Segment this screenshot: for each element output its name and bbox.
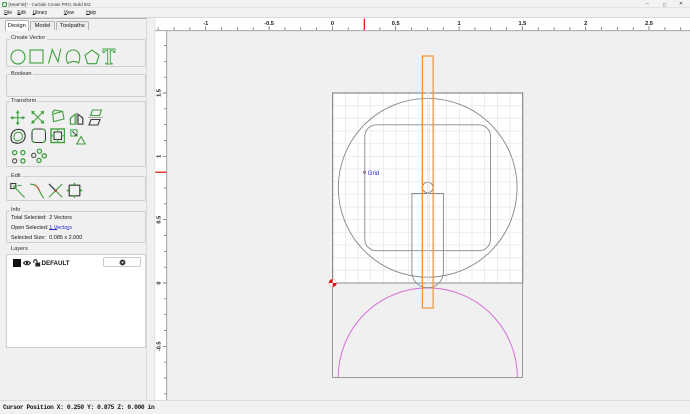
- svg-text:-1: -1: [203, 21, 208, 27]
- svg-text:1: 1: [458, 21, 461, 27]
- svg-text:0: 0: [156, 281, 162, 284]
- svg-text:0.5: 0.5: [392, 21, 400, 27]
- svg-text:2.5: 2.5: [645, 21, 653, 27]
- svg-text:0: 0: [331, 21, 334, 27]
- svg-text:-0.5: -0.5: [264, 21, 274, 27]
- svg-text:1.5: 1.5: [519, 21, 527, 27]
- svg-text:1: 1: [156, 155, 162, 158]
- svg-text:-0.5: -0.5: [156, 341, 162, 351]
- svg-text:Grid: Grid: [368, 171, 379, 177]
- svg-text:2: 2: [584, 21, 587, 27]
- svg-text:0.5: 0.5: [156, 216, 162, 224]
- svg-text:1.5: 1.5: [156, 89, 162, 97]
